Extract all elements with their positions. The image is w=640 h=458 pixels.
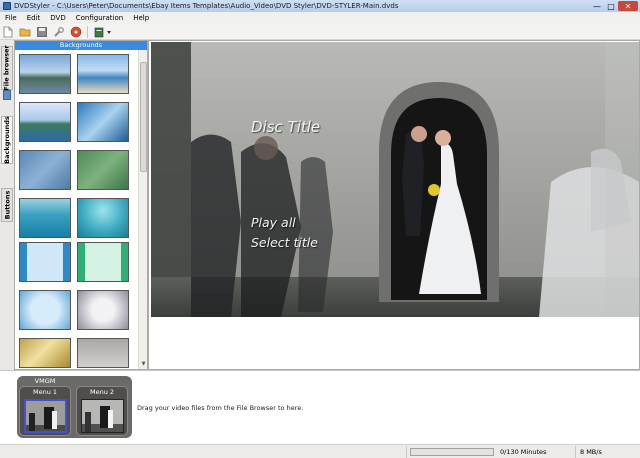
titleset-manager: VMGM Menu 1 Menu 2 Drag your video files…	[0, 370, 640, 444]
status-separator	[406, 446, 407, 458]
background-thumb-blue-frame[interactable]	[19, 242, 71, 282]
add-menu-icon[interactable]	[93, 26, 105, 38]
tab-buttons-label: Buttons	[3, 190, 12, 220]
menu-1-card[interactable]: Menu 1	[19, 386, 71, 436]
status-separator	[575, 446, 576, 458]
background-thumb-sea-shore[interactable]	[77, 54, 129, 94]
background-thumb-blue-soft-frame[interactable]	[19, 290, 71, 330]
status-bar: 0/130 Minutes 8 MB/s	[0, 444, 640, 458]
toolbar-separator	[87, 25, 88, 38]
app-icon	[3, 2, 11, 10]
menu-2-card[interactable]: Menu 2	[76, 386, 128, 436]
select-title-button[interactable]: Select title	[251, 235, 318, 250]
disc-usage-minutes: 0/130 Minutes	[500, 448, 547, 456]
menu-configuration[interactable]: Configuration	[71, 14, 128, 22]
background-thumb-blue-texture[interactable]	[19, 150, 71, 190]
settings-wrench-icon[interactable]	[53, 26, 65, 38]
background-thumb-green-texture[interactable]	[77, 150, 129, 190]
background-thumb-teal-rays[interactable]	[77, 198, 129, 238]
close-button[interactable]: ✕	[618, 1, 638, 11]
background-thumb-grey-frame[interactable]	[77, 290, 129, 330]
menu-help[interactable]: Help	[128, 14, 154, 22]
menu-background-image[interactable]: Disc Title Play all Select title	[151, 42, 639, 317]
menu-2-label: Menu 2	[89, 388, 115, 396]
background-thumb-gold-gradient[interactable]	[19, 338, 71, 368]
menu-2-thumbnail	[81, 399, 124, 433]
new-file-icon[interactable]	[2, 26, 14, 38]
side-tab-strip: File browser Backgrounds Buttons	[0, 40, 14, 370]
file-browser-icon[interactable]	[3, 90, 11, 100]
dropdown-arrow-icon[interactable]	[106, 26, 112, 38]
play-all-button[interactable]: Play all	[251, 215, 296, 230]
window-title: DVDStyler - C:\Users\Peter\Documents\Eba…	[14, 2, 399, 10]
disc-usage-progress-bar	[410, 448, 494, 456]
tab-buttons[interactable]: Buttons	[1, 188, 13, 222]
background-thumb-teal-stripes[interactable]	[19, 198, 71, 238]
scroll-down-arrow-icon[interactable]: ▼	[140, 361, 147, 368]
save-icon[interactable]	[36, 26, 48, 38]
menu-file[interactable]: File	[0, 14, 22, 22]
toolbar	[0, 24, 640, 40]
tab-backgrounds-label: Backgrounds	[3, 116, 11, 164]
backgrounds-panel: Backgrounds ▼	[14, 40, 148, 370]
tab-file-browser[interactable]: File browser	[1, 45, 13, 91]
wedding-photo	[151, 42, 639, 317]
minimize-button[interactable]: —	[590, 1, 604, 11]
vmgm-group: VMGM Menu 1 Menu 2	[17, 376, 132, 438]
burn-disc-icon[interactable]	[70, 26, 82, 38]
tab-file-browser-label: File browser	[3, 45, 12, 91]
backgrounds-scrollbar[interactable]: ▼	[138, 50, 147, 369]
disc-title-text[interactable]: Disc Title	[251, 118, 320, 136]
open-folder-icon[interactable]	[19, 26, 31, 38]
menu-dvd[interactable]: DVD	[45, 14, 70, 22]
backgrounds-header: Backgrounds	[15, 41, 147, 50]
tab-backgrounds[interactable]: Backgrounds	[1, 116, 13, 164]
menu-editor-canvas: Disc Title Play all Select title	[148, 40, 640, 370]
drag-hint-text: Drag your video files from the File Brow…	[137, 404, 304, 412]
menu-bar: File Edit DVD Configuration Help	[0, 12, 640, 24]
background-thumb-coastal-island[interactable]	[19, 102, 71, 142]
title-bar: DVDStyler - C:\Users\Peter\Documents\Eba…	[0, 0, 640, 12]
background-thumb-blue-gradient[interactable]	[77, 102, 129, 142]
bitrate-readout: 8 MB/s	[580, 448, 602, 456]
scrollbar-thumb[interactable]	[140, 62, 147, 172]
menu-edit[interactable]: Edit	[22, 14, 46, 22]
vmgm-label: VMGM	[34, 377, 56, 385]
menu-1-label: Menu 1	[32, 388, 58, 396]
menu-1-thumbnail	[24, 399, 67, 433]
maximize-button[interactable]: □	[604, 1, 618, 11]
background-thumb-coastal-landscape[interactable]	[19, 54, 71, 94]
background-thumb-grey-gradient[interactable]	[77, 338, 129, 368]
background-thumb-green-frame[interactable]	[77, 242, 129, 282]
